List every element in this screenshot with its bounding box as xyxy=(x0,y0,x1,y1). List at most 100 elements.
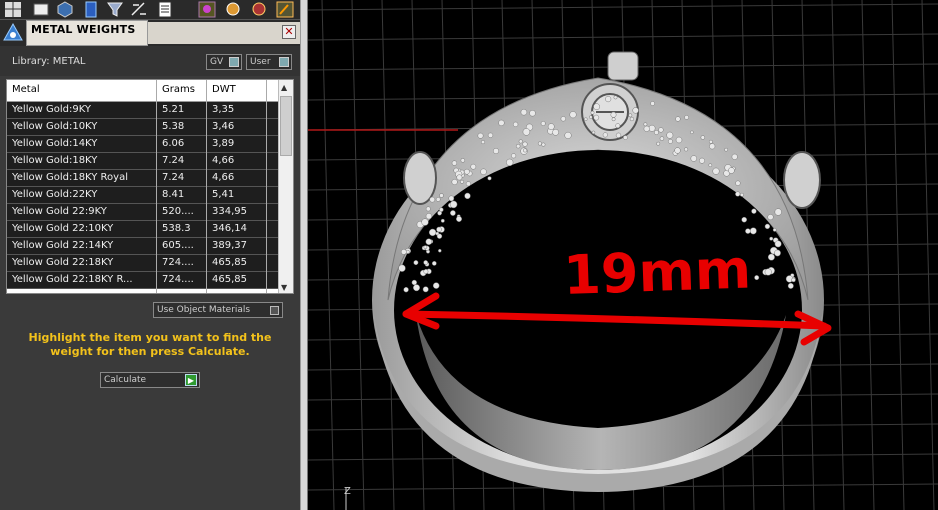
header-grams[interactable]: Grams xyxy=(162,84,195,95)
table-row[interactable]: Yellow Gold 22:14KY 605.... 389,37 xyxy=(7,238,279,255)
use-object-materials-checkbox[interactable]: Use Object Materials xyxy=(153,302,283,318)
cell-metal: Yellow Gold:9KY xyxy=(12,104,91,115)
panel-splitter[interactable] xyxy=(300,0,308,510)
bead xyxy=(413,260,419,266)
bead xyxy=(413,284,420,292)
cell-grams: 5.21 xyxy=(162,104,185,115)
grid-line xyxy=(351,0,365,510)
table-row[interactable]: Yellow Gold:14KY 6.06 3,89 xyxy=(7,136,279,153)
panel-title: METAL WEIGHTS xyxy=(31,23,136,36)
magic-tool-icon[interactable] xyxy=(198,1,216,18)
bead xyxy=(560,116,566,122)
bead xyxy=(724,147,728,152)
table-scrollbar[interactable]: ▲ ▼ xyxy=(278,80,293,293)
use-object-materials-label: Use Object Materials xyxy=(157,305,251,315)
bead xyxy=(451,178,458,186)
bead xyxy=(745,228,751,234)
3d-viewport[interactable]: 19mm Z xyxy=(308,0,938,510)
bead xyxy=(643,122,648,127)
table-row[interactable]: Yellow Gold:22KY 8.41 5,41 xyxy=(7,187,279,204)
bead xyxy=(632,107,639,114)
play-icon: ▶ xyxy=(185,374,197,386)
cell-grams: 7.24 xyxy=(162,155,185,166)
cube-icon[interactable] xyxy=(56,1,74,18)
cell-metal: Yellow Gold 22:10KY xyxy=(12,223,114,234)
column-divider[interactable] xyxy=(156,80,157,293)
bead xyxy=(450,210,456,216)
metal-table[interactable]: Metal Grams DWT Yellow Gold:9KY 5.21 3,35 Y… xyxy=(6,79,294,294)
table-row[interactable]: Yellow Gold 22:9KY 520.... 334,95 xyxy=(7,204,279,221)
bead xyxy=(428,228,437,237)
scroll-thumb[interactable] xyxy=(280,96,292,156)
cell-dwt: 3,46 xyxy=(212,121,235,132)
bead xyxy=(422,286,429,293)
document-icon[interactable] xyxy=(156,1,174,18)
table-header: Metal Grams DWT xyxy=(7,80,279,102)
bead xyxy=(593,103,600,111)
bead xyxy=(648,124,656,132)
bead xyxy=(439,193,444,198)
bead xyxy=(735,180,741,186)
bead xyxy=(643,125,650,132)
book-icon[interactable] xyxy=(82,1,100,18)
cell-metal: Yellow Gold:18KY xyxy=(12,155,98,166)
measure-icon[interactable] xyxy=(130,1,148,18)
cell-grams: 7.24 xyxy=(162,172,185,183)
bead xyxy=(674,147,681,154)
render-tool-icon[interactable] xyxy=(250,1,268,18)
bead xyxy=(772,228,777,232)
bead xyxy=(398,264,406,272)
bead xyxy=(518,139,523,144)
table-row[interactable]: Yellow Gold:10KY 5.38 3,46 xyxy=(7,119,279,136)
calculate-button[interactable]: Calculate ▶ xyxy=(100,372,200,388)
grid-line xyxy=(921,0,935,510)
table-row[interactable]: Yellow Gold 22:10KY 538.3 346,14 xyxy=(7,221,279,238)
bead xyxy=(552,128,559,136)
table-row[interactable]: Yellow Gold 22:18KY R... 724.... 465,85 xyxy=(7,272,279,289)
grid-line xyxy=(891,0,905,510)
column-divider[interactable] xyxy=(266,80,267,293)
user-toggle[interactable]: User xyxy=(246,54,292,70)
scroll-up-icon[interactable]: ▲ xyxy=(281,83,287,92)
table-row[interactable]: Yellow Gold:18KY Royal 7.24 4,66 xyxy=(7,170,279,187)
column-divider[interactable] xyxy=(206,80,207,293)
title-bar-fill: ✕ xyxy=(148,22,300,44)
gem-tool-icon[interactable] xyxy=(224,1,242,18)
bead xyxy=(449,200,458,209)
filter-icon[interactable] xyxy=(106,1,124,18)
bead xyxy=(602,132,608,138)
bead xyxy=(764,268,772,276)
bead xyxy=(615,123,621,129)
bead xyxy=(605,96,612,103)
bead xyxy=(425,213,433,220)
paint-tool-icon[interactable] xyxy=(276,1,294,18)
calculate-label: Calculate xyxy=(104,375,147,385)
header-dwt[interactable]: DWT xyxy=(212,84,236,95)
hint-text: Highlight the item you want to find the … xyxy=(28,331,272,358)
close-button[interactable]: ✕ xyxy=(282,25,296,39)
panel-tab[interactable]: METAL WEIGHTS xyxy=(26,20,148,46)
axis-gizmo: Z xyxy=(344,486,351,510)
scroll-down-icon[interactable]: ▼ xyxy=(281,283,287,292)
bead xyxy=(690,155,698,162)
bead xyxy=(425,206,431,212)
bead xyxy=(529,109,536,117)
bead xyxy=(423,269,429,274)
bead xyxy=(656,141,661,146)
gv-toggle[interactable]: GV xyxy=(206,54,242,70)
grid-line xyxy=(861,0,875,510)
bead xyxy=(699,157,705,164)
cell-dwt: 465,85 xyxy=(212,274,247,285)
cell-metal: Yellow Gold:10KY xyxy=(12,121,98,132)
window-icon[interactable] xyxy=(32,1,50,18)
grid-view-icon[interactable] xyxy=(4,1,22,18)
bead xyxy=(666,131,674,139)
cell-dwt: 389,37 xyxy=(212,240,247,251)
header-metal[interactable]: Metal xyxy=(12,84,40,95)
table-row[interactable]: Yellow Gold:9KY 5.21 3,35 xyxy=(7,102,279,119)
app-logo-icon xyxy=(3,22,23,41)
table-row[interactable]: Yellow Gold 22:18KY 724.... 465,85 xyxy=(7,255,279,272)
cell-dwt: 5,41 xyxy=(212,189,235,200)
bead xyxy=(423,245,428,249)
table-row[interactable]: Yellow Gold:18KY 7.24 4,66 xyxy=(7,153,279,170)
